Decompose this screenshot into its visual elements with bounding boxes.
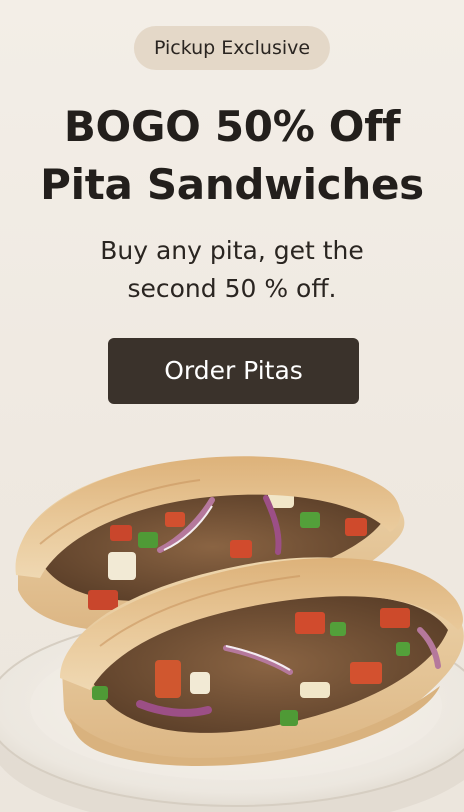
headline-line-2: Pita Sandwiches bbox=[40, 160, 424, 209]
pickup-exclusive-badge: Pickup Exclusive bbox=[133, 26, 331, 70]
promo-headline: BOGO 50% Off Pita Sandwiches bbox=[0, 98, 464, 214]
order-pitas-button[interactable]: Order Pitas bbox=[108, 338, 359, 404]
subhead-line-2: second 50 % off. bbox=[127, 274, 337, 303]
pita-sandwiches-image bbox=[0, 456, 464, 812]
subhead-line-1: Buy any pita, get the bbox=[100, 236, 364, 265]
promo-screen: Pickup Exclusive BOGO 50% Off Pita Sandw… bbox=[0, 0, 464, 812]
promo-subheadline: Buy any pita, get the second 50 % off. bbox=[0, 232, 464, 308]
headline-line-1: BOGO 50% Off bbox=[63, 102, 401, 151]
